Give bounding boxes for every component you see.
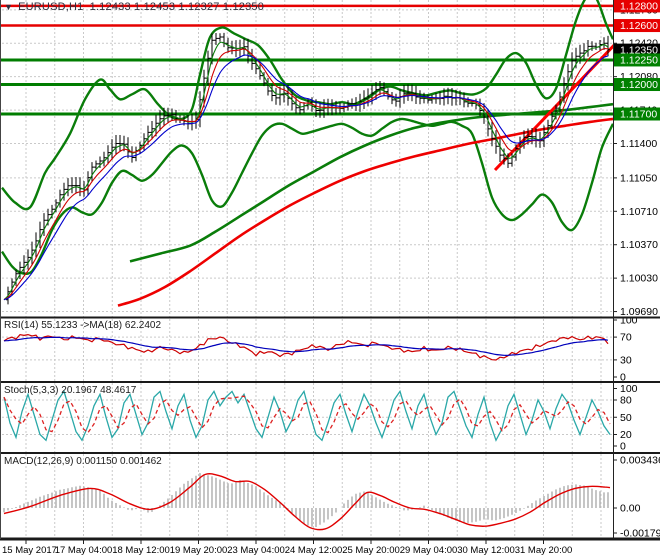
price-tick-label: 1.10030 <box>620 273 658 285</box>
chart-window: 1.127601.124201.120801.117401.114001.110… <box>0 0 660 560</box>
price-tag-1.12800: 1.12800 <box>614 0 660 13</box>
stoch-tick-label: 80 <box>620 395 632 407</box>
rsi-label: RSI(14) 55.1233 ->MA(18) 62.2402 <box>4 320 162 331</box>
svg-text:1.12800: 1.12800 <box>620 0 658 12</box>
collapse-arrow-icon[interactable]: ▼ <box>4 2 13 12</box>
chart-header: ▼ EURUSD,H1 1.12433 1.12453 1.12327 1.123… <box>4 1 264 13</box>
stoch-tick-label: 50 <box>620 412 632 424</box>
time-label: 25 May 20:00 <box>342 545 400 556</box>
main-price-panel <box>0 0 613 317</box>
time-label: 15 May 2017 <box>2 545 57 556</box>
price-tick-label: 1.11400 <box>620 138 657 150</box>
macd-signal-line <box>3 473 611 531</box>
rsi-tick-label: 100 <box>620 315 638 327</box>
time-label: 30 May 12:00 <box>457 545 515 556</box>
svg-text:1.12600: 1.12600 <box>620 20 658 32</box>
price-tag-1.12250: 1.12250 <box>614 53 660 67</box>
svg-text:1.11700: 1.11700 <box>620 109 657 121</box>
time-label: 24 May 12:00 <box>285 545 343 556</box>
price-tick-label: 1.11050 <box>620 172 657 184</box>
ohlc-values: 1.12433 1.12453 1.12327 1.12350 <box>89 1 265 13</box>
time-label: 23 May 04:00 <box>227 545 285 556</box>
price-tick-label: 1.10370 <box>620 239 658 251</box>
price-tag-1.12000: 1.12000 <box>614 78 660 92</box>
stoch-k-line <box>3 389 611 442</box>
svg-text:1.12250: 1.12250 <box>620 54 658 66</box>
time-label: 19 May 20:00 <box>170 545 228 556</box>
time-label: 29 May 04:00 <box>400 545 458 556</box>
stoch-label: Stoch(5,3,3) 20.1967 48.4617 <box>4 385 137 396</box>
stoch-tick-label: 0 <box>620 441 626 453</box>
price-tag-1.12600: 1.12600 <box>614 19 660 33</box>
time-label: 31 May 20:00 <box>515 545 573 556</box>
price-axis: 1.127601.124201.120801.117401.114001.110… <box>613 0 660 539</box>
price-tag-1.11700: 1.11700 <box>614 107 660 121</box>
stoch-tick-label: 20 <box>620 429 632 441</box>
symbol-timeframe: EURUSD,H1 <box>18 1 84 13</box>
macd-label: MACD(12,26,9) 0.001150 0.001462 <box>4 456 162 467</box>
macd-tick-label: 0.00 <box>620 503 641 515</box>
price-tick-label: 1.10710 <box>620 206 658 218</box>
macd-tick-label: 0.003436 <box>620 455 660 467</box>
time-label: 18 May 12:00 <box>112 545 170 556</box>
rsi-tick-label: 30 <box>620 354 632 366</box>
fast-ma-green <box>3 41 609 301</box>
chart-canvas[interactable]: 1.127601.124201.120801.117401.114001.110… <box>0 0 660 560</box>
stoch-tick-label: 100 <box>620 383 638 395</box>
svg-text:1.12000: 1.12000 <box>620 79 658 91</box>
time-label: 17 May 04:00 <box>55 545 113 556</box>
rsi-tick-label: 70 <box>620 332 632 344</box>
